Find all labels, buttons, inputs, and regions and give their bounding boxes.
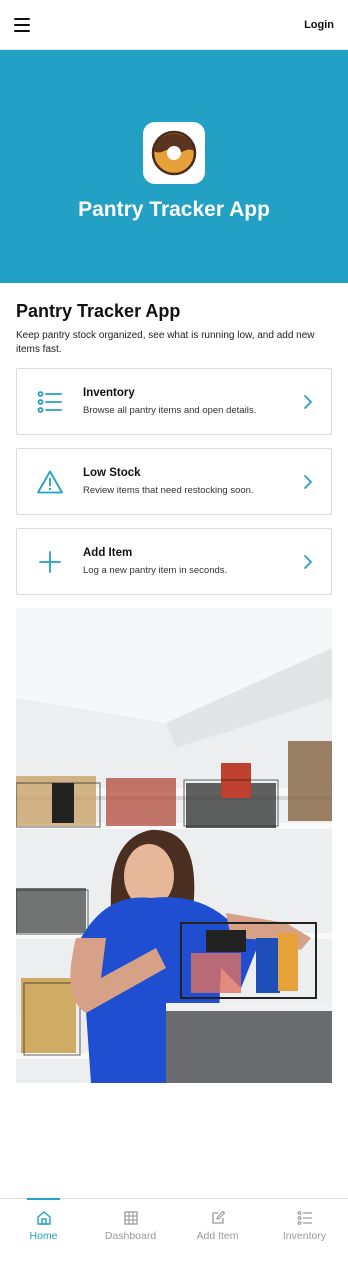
nav-home[interactable]: Home [0,1198,87,1268]
plus-icon [17,550,83,573]
card-title: Add Item [83,546,133,559]
card-description: Browse all pantry items and open details… [83,404,257,416]
donut-icon [151,130,197,176]
chevron-right-icon [285,554,331,570]
top-bar: Login [0,0,348,50]
nav-inventory[interactable]: Inventory [261,1199,348,1268]
nav-label: Home [29,1230,58,1242]
chevron-right-icon [285,394,331,410]
grid-icon [123,1211,138,1225]
card-title: Inventory [83,386,135,399]
nav-label: Add Item [196,1230,239,1242]
nav-add-item[interactable]: Add Item [174,1199,261,1268]
home-icon [36,1211,51,1225]
inventory-card[interactable]: Inventory Browse all pantry items and op… [16,368,332,435]
nav-label: Inventory [282,1230,327,1242]
intro-section: Pantry Tracker App Keep pantry stock org… [0,283,348,357]
app-logo [143,122,205,184]
hamburger-menu-icon[interactable] [14,17,30,32]
edit-icon [211,1210,225,1224]
chevron-right-icon [285,474,331,490]
nav-label: Dashboard [104,1230,157,1242]
page-subtitle: Keep pantry stock organized, see what is… [16,330,315,355]
card-description: Log a new pantry item in seconds. [83,564,228,576]
nav-dashboard[interactable]: Dashboard [87,1199,174,1268]
page-title: Pantry Tracker App [16,301,181,321]
bottom-navigation: Home Dashboard Add Item Inventory [0,1198,348,1268]
pantry-photo [16,608,332,1083]
warning-icon [17,469,83,495]
hero-title: Pantry Tracker App [78,198,270,221]
add-item-card[interactable]: Add Item Log a new pantry item in second… [16,528,332,595]
list-icon [17,390,83,414]
low-stock-card[interactable]: Low Stock Review items that need restock… [16,448,332,515]
login-button[interactable]: Login [304,19,334,31]
action-cards: Inventory Browse all pantry items and op… [0,357,348,595]
card-title: Low Stock [83,466,141,479]
card-description: Review items that need restocking soon. [83,484,254,496]
hero-banner: Pantry Tracker App [0,50,348,283]
list-icon [297,1211,312,1225]
